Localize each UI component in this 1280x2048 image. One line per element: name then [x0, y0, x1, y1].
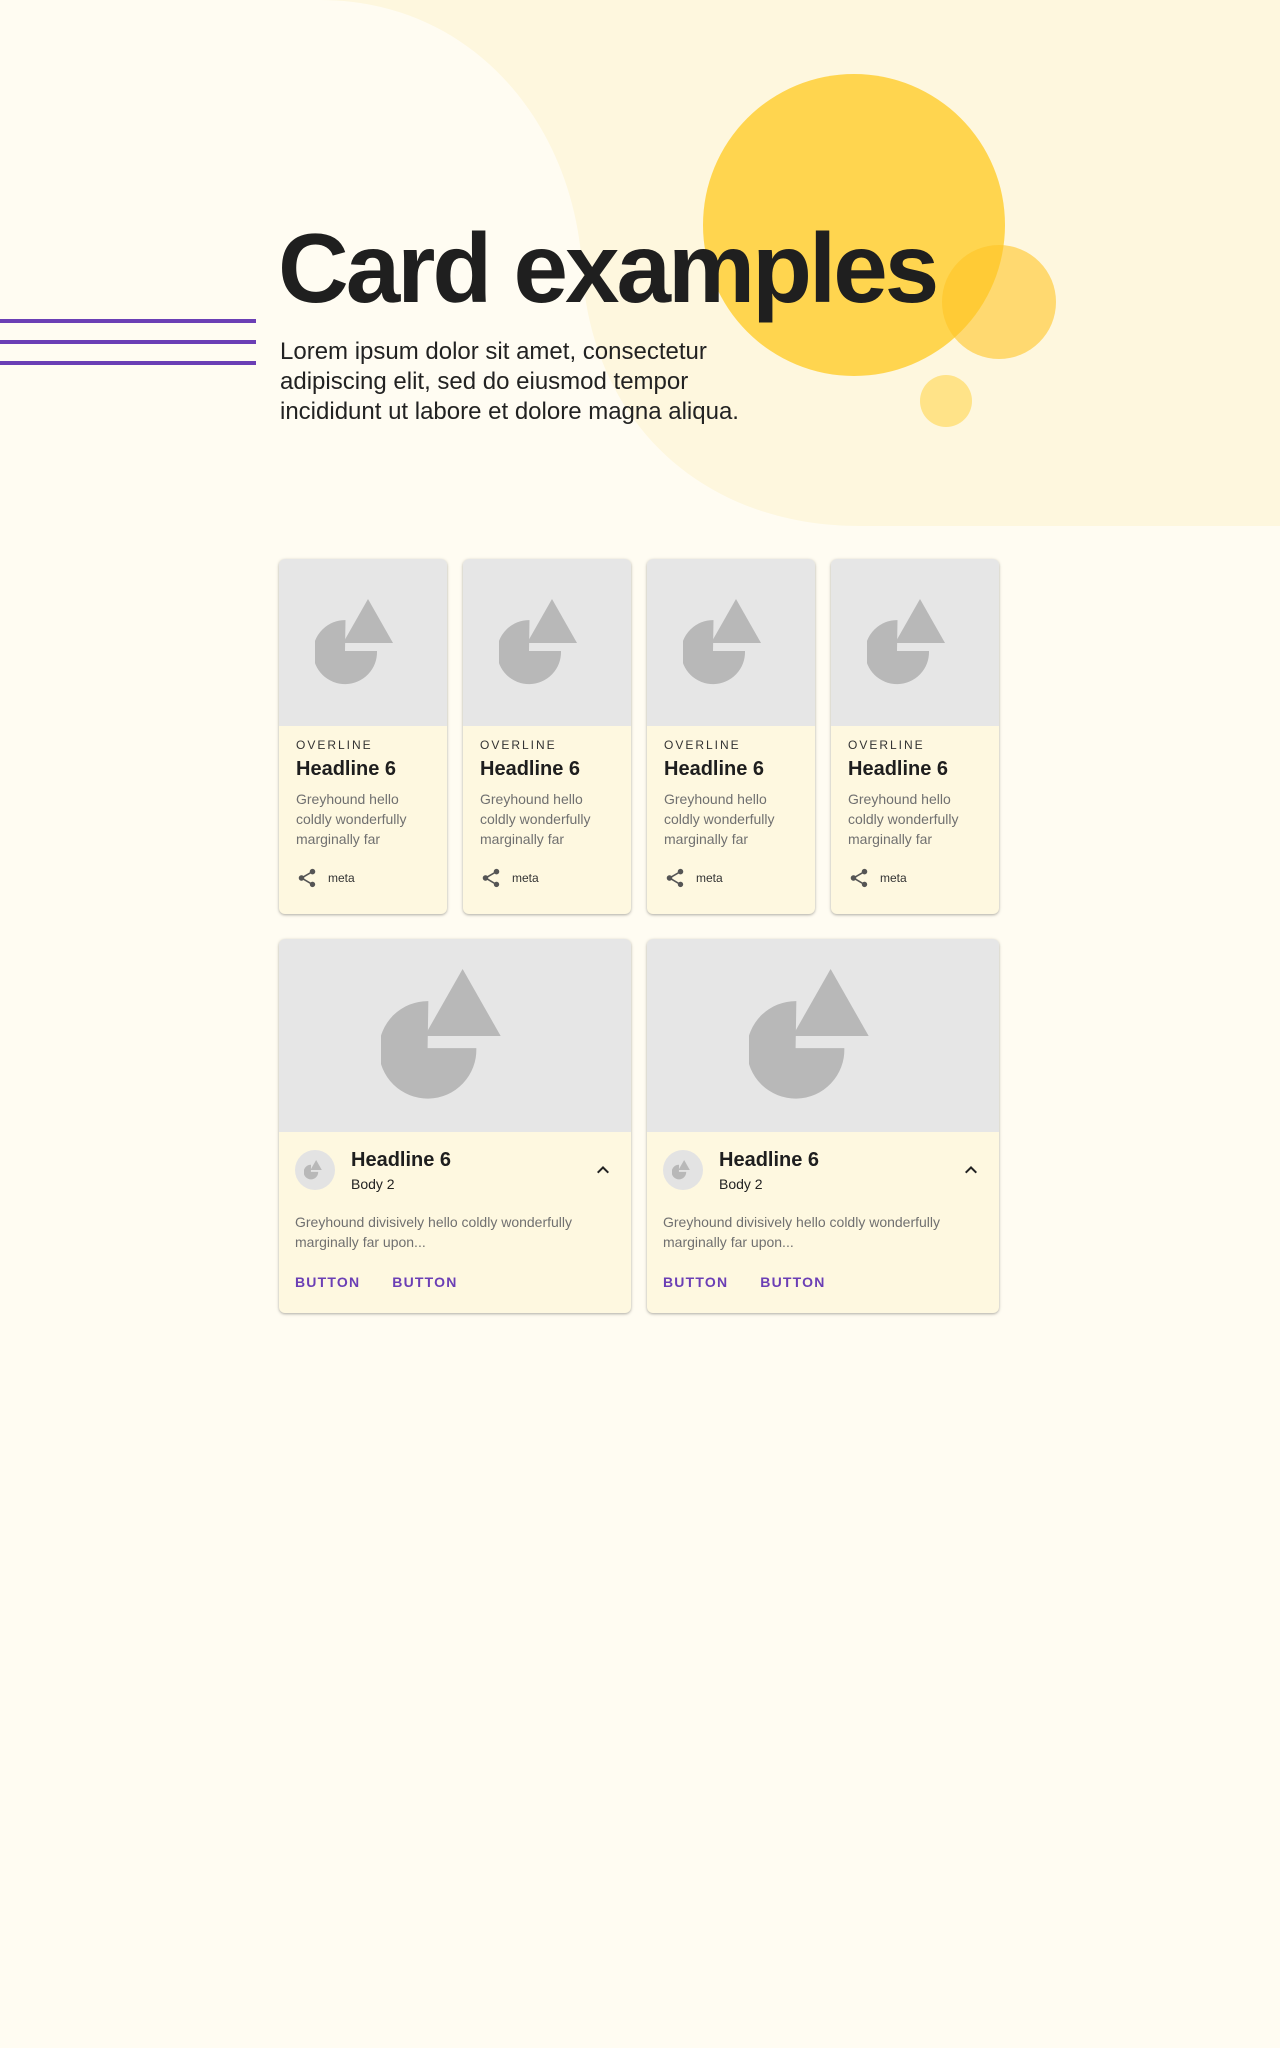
card-action-button[interactable]: BUTTON — [384, 1268, 465, 1296]
card-subtitle: Body 2 — [719, 1176, 763, 1192]
avatar — [295, 1150, 335, 1190]
card-media — [831, 559, 999, 726]
share-icon[interactable] — [480, 867, 502, 889]
card-action-button[interactable]: BUTTON — [655, 1268, 736, 1296]
small-card[interactable]: OVERLINE Headline 6 Greyhound hello cold… — [463, 559, 631, 914]
page-description: Lorem ipsum dolor sit amet, consectetur … — [280, 338, 739, 425]
card-headline: Headline 6 — [351, 1149, 452, 1171]
share-icon[interactable] — [848, 867, 870, 889]
small-card[interactable]: OVERLINE Headline 6 Greyhound hello cold… — [831, 559, 999, 914]
page-title: Card examples — [278, 213, 939, 323]
image-placeholder-icon — [381, 968, 501, 1098]
decorative-stripes — [0, 319, 256, 382]
card-media — [463, 559, 631, 726]
card-text: Greyhound divisively hello coldly wonder… — [663, 1214, 941, 1250]
image-placeholder-icon — [683, 598, 761, 684]
card-overline: OVERLINE — [296, 738, 373, 752]
card-meta: meta — [512, 871, 539, 885]
card-action-button[interactable]: BUTTON — [752, 1268, 833, 1296]
decorative-circle-small — [920, 375, 972, 427]
card-overline: OVERLINE — [480, 738, 557, 752]
share-icon[interactable] — [296, 867, 318, 889]
card-headline: Headline 6 — [296, 758, 397, 780]
card-text: Greyhound hello coldly wonderfully margi… — [664, 791, 775, 847]
stripe-line — [0, 340, 256, 344]
card-media — [279, 939, 631, 1132]
avatar — [663, 1150, 703, 1190]
card-text: Greyhound hello coldly wonderfully margi… — [480, 791, 591, 847]
card-action-button[interactable]: BUTTON — [287, 1268, 368, 1296]
card-text: Greyhound divisively hello coldly wonder… — [295, 1214, 573, 1250]
wide-card[interactable]: Headline 6 Body 2 Greyhound divisively h… — [279, 939, 631, 1313]
small-card[interactable]: OVERLINE Headline 6 Greyhound hello cold… — [647, 559, 815, 914]
avatar-placeholder-icon — [672, 1160, 690, 1180]
wide-card[interactable]: Headline 6 Body 2 Greyhound divisively h… — [647, 939, 999, 1313]
card-headline: Headline 6 — [719, 1149, 820, 1171]
image-placeholder-icon — [499, 598, 577, 684]
card-media — [647, 559, 815, 726]
stripe-line — [0, 361, 256, 365]
card-text: Greyhound hello coldly wonderfully margi… — [296, 791, 407, 847]
card-overline: OVERLINE — [664, 738, 741, 752]
card-text: Greyhound hello coldly wonderfully margi… — [848, 791, 959, 847]
card-headline: Headline 6 — [480, 758, 581, 780]
card-meta: meta — [328, 871, 355, 885]
avatar-placeholder-icon — [304, 1160, 322, 1180]
card-headline: Headline 6 — [848, 758, 949, 780]
decorative-circle-medium — [942, 245, 1056, 359]
image-placeholder-icon — [315, 598, 393, 684]
small-card[interactable]: OVERLINE Headline 6 Greyhound hello cold… — [279, 559, 447, 914]
card-meta: meta — [696, 871, 723, 885]
card-headline: Headline 6 — [664, 758, 765, 780]
card-meta: meta — [880, 871, 907, 885]
share-icon[interactable] — [664, 867, 686, 889]
image-placeholder-icon — [749, 968, 869, 1098]
card-media — [647, 939, 999, 1132]
card-subtitle: Body 2 — [351, 1176, 395, 1192]
stripe-line — [0, 319, 256, 323]
image-placeholder-icon — [867, 598, 945, 684]
chevron-up-icon[interactable] — [591, 1158, 615, 1182]
card-media — [279, 559, 447, 726]
card-overline: OVERLINE — [848, 738, 925, 752]
chevron-up-icon[interactable] — [959, 1158, 983, 1182]
